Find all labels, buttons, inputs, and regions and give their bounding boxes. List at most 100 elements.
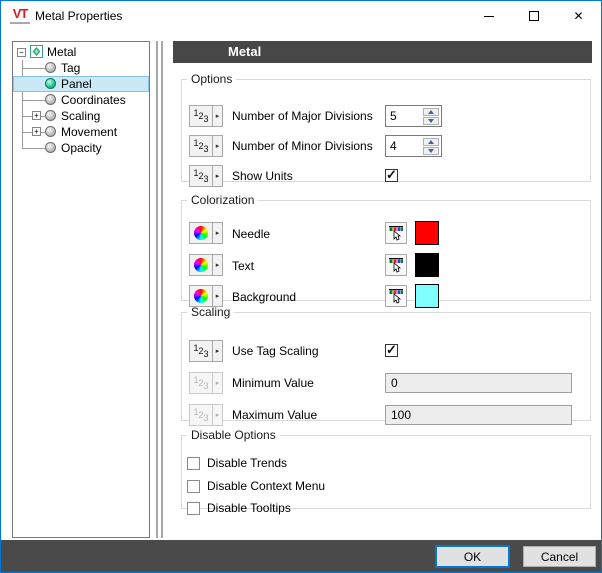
color-picker-icon [388, 288, 404, 304]
tree-item-label: Opacity [61, 140, 102, 156]
disable-trends-checkbox[interactable] [187, 457, 200, 470]
dropdown-arrow-icon[interactable]: ▸ [212, 285, 223, 307]
major-divisions-label: Number of Major Divisions [232, 105, 373, 127]
tree-item-label: Coordinates [61, 92, 126, 108]
maximum-value-input [385, 405, 572, 425]
spinner-down-button[interactable] [423, 147, 439, 155]
numeric-property-icon: 123 [189, 340, 213, 362]
metal-node-icon [30, 45, 43, 58]
colorization-legend: Colorization [187, 193, 258, 207]
disable-options-legend: Disable Options [187, 428, 280, 442]
disable-context-menu-checkbox[interactable] [187, 480, 200, 493]
dropdown-arrow-icon[interactable]: ▸ [212, 222, 223, 244]
cancel-button[interactable]: Cancel [523, 546, 596, 567]
minor-divisions-spinner[interactable] [385, 135, 442, 157]
minor-divisions-label: Number of Minor Divisions [232, 135, 373, 157]
use-tag-scaling-label: Use Tag Scaling [232, 340, 319, 362]
maximum-value-binding-button: 123 ▸ [189, 404, 223, 426]
footer-bar: OK Cancel [1, 540, 601, 572]
minimum-value-label: Minimum Value [232, 372, 314, 394]
expand-icon[interactable]: + [32, 111, 41, 120]
spinner-up-button[interactable] [423, 108, 439, 116]
text-color-swatch[interactable] [415, 253, 439, 277]
numeric-property-icon: 123 [189, 165, 213, 187]
tree-item-opacity[interactable]: Opacity [13, 140, 149, 156]
minimize-icon [484, 16, 494, 17]
dropdown-arrow-icon[interactable]: ▸ [212, 165, 223, 187]
down-arrow-icon [428, 149, 434, 153]
spinner-up-button[interactable] [423, 138, 439, 146]
numeric-property-icon: 123 [189, 372, 213, 394]
needle-color-swatch[interactable] [415, 221, 439, 245]
dropdown-arrow-icon[interactable]: ▸ [212, 254, 223, 276]
tree-item-movement[interactable]: + Movement [13, 124, 149, 140]
app-logo-icon: VT [10, 6, 30, 24]
minimize-button[interactable] [466, 1, 511, 31]
needle-label: Needle [232, 222, 270, 246]
tree-item-metal[interactable]: − Metal [13, 44, 149, 60]
background-binding-button[interactable]: ▸ [189, 285, 223, 307]
sphere-icon [45, 94, 56, 105]
minor-divisions-input[interactable] [390, 136, 420, 156]
text-binding-button[interactable]: ▸ [189, 254, 223, 276]
maximize-icon [529, 11, 539, 21]
tree-item-tag[interactable]: Tag [13, 60, 149, 76]
disable-tooltips-checkbox[interactable] [187, 502, 200, 515]
scaling-group: Scaling 123 ▸ Use Tag Scaling 123 ▸ Mini… [181, 305, 591, 421]
major-divisions-spinner[interactable] [385, 105, 442, 127]
sphere-icon [45, 142, 56, 153]
color-wheel-icon [189, 285, 213, 307]
major-divisions-binding-button[interactable]: 123 ▸ [189, 105, 223, 127]
disable-options-group: Disable Options Disable Trends Disable C… [181, 428, 591, 509]
needle-color-picker-button[interactable] [385, 222, 407, 244]
needle-binding-button[interactable]: ▸ [189, 222, 223, 244]
text-color-picker-button[interactable] [385, 254, 407, 276]
tree-item-label: Panel [61, 76, 92, 92]
expand-icon[interactable]: + [32, 127, 41, 136]
collapse-icon[interactable]: − [17, 48, 26, 57]
dropdown-arrow-icon[interactable]: ▸ [212, 340, 223, 362]
color-wheel-icon [189, 254, 213, 276]
splitter-handle[interactable] [156, 41, 158, 538]
numeric-property-icon: 123 [189, 404, 213, 426]
major-divisions-input[interactable] [390, 106, 420, 126]
sphere-icon [45, 78, 56, 89]
tree-item-coordinates[interactable]: Coordinates [13, 92, 149, 108]
ok-button[interactable]: OK [435, 545, 510, 568]
tree-item-panel[interactable]: Panel [13, 76, 149, 92]
up-arrow-icon [428, 140, 434, 144]
color-picker-icon [388, 257, 404, 273]
text-label: Text [232, 254, 254, 278]
color-wheel-icon [189, 222, 213, 244]
dropdown-arrow-icon: ▸ [212, 404, 223, 426]
panel-header: Metal [173, 41, 592, 63]
property-tree: − Metal Tag Panel Coordinates + Sca [12, 41, 150, 538]
dropdown-arrow-icon[interactable]: ▸ [212, 135, 223, 157]
down-arrow-icon [428, 119, 434, 123]
spinner-down-button[interactable] [423, 117, 439, 125]
dropdown-arrow-icon[interactable]: ▸ [212, 105, 223, 127]
show-units-binding-button[interactable]: 123 ▸ [189, 165, 223, 187]
maximize-button[interactable] [511, 1, 556, 31]
splitter-handle[interactable] [161, 41, 163, 538]
tree-item-scaling[interactable]: + Scaling [13, 108, 149, 124]
minimum-value-binding-button: 123 ▸ [189, 372, 223, 394]
show-units-label: Show Units [232, 165, 293, 187]
options-group: Options 123 ▸ Number of Major Divisions … [181, 72, 591, 182]
use-tag-scaling-binding-button[interactable]: 123 ▸ [189, 340, 223, 362]
dropdown-arrow-icon: ▸ [212, 372, 223, 394]
disable-context-menu-label: Disable Context Menu [207, 479, 325, 494]
color-picker-icon [388, 225, 404, 241]
show-units-checkbox[interactable] [385, 169, 398, 182]
close-button[interactable]: ✕ [556, 1, 601, 31]
options-legend: Options [187, 72, 236, 86]
background-color-picker-button[interactable] [385, 285, 407, 307]
use-tag-scaling-checkbox[interactable] [385, 344, 398, 357]
title-bar[interactable]: VT Metal Properties ✕ [1, 1, 601, 31]
disable-trends-label: Disable Trends [207, 456, 287, 471]
minor-divisions-binding-button[interactable]: 123 ▸ [189, 135, 223, 157]
colorization-group: Colorization ▸ Needle ▸ Text [181, 193, 591, 301]
tree-item-label: Metal [47, 44, 76, 60]
disable-tooltips-label: Disable Tooltips [207, 501, 291, 516]
sphere-icon [45, 62, 56, 73]
